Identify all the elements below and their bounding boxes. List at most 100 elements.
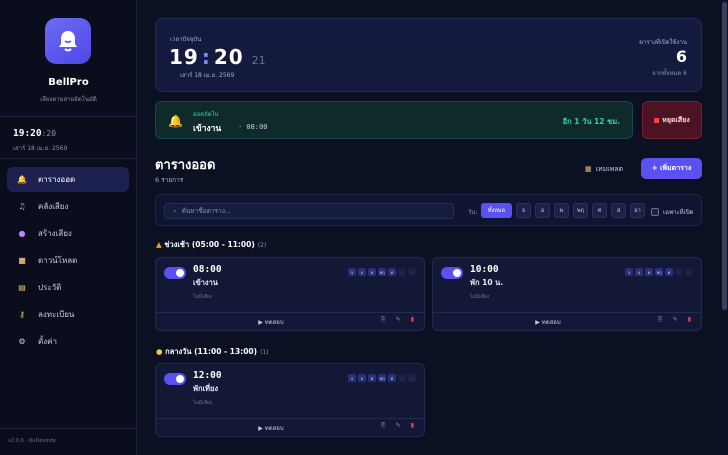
schedule-sound: ไม่มีเสียง xyxy=(193,400,213,406)
day-chip-sun[interactable]: อา xyxy=(630,203,645,218)
sidebar-divider xyxy=(0,116,136,117)
sidebar-item-label: ลงทะเบียน xyxy=(38,310,75,319)
sidebar-item-create-sound[interactable]: ● สร้างเสียง xyxy=(7,221,129,246)
only-enabled-toggle[interactable]: เฉพาะที่เปิด xyxy=(651,207,693,217)
sidebar-nav: 🔔 ตารางออด ♫ คลังเสียง ● สร้างเสียง ■ ดา… xyxy=(7,167,129,356)
clipboard-icon: ▦ xyxy=(585,165,592,173)
only-enabled-label: เฉพาะที่เปิด xyxy=(663,209,694,216)
test-button[interactable]: ▶ ทดสอบ xyxy=(156,423,386,433)
sidebar-item-label: ดาวน์โหลด xyxy=(38,256,78,265)
filter-bar: ⌕ ค้นหาชื่อตาราง... วัน: ทั้งหมด จ อ พ พ… xyxy=(155,194,702,226)
sidebar-item-register[interactable]: ⚷ ลงทะเบียน xyxy=(7,302,129,327)
sidebar-item-label: สร้างเสียง xyxy=(38,229,72,238)
current-second: 21 xyxy=(251,54,266,67)
stop-icon xyxy=(654,117,660,123)
day-chip-mon[interactable]: จ xyxy=(516,203,531,218)
schedule-days: จ อ พ พฤ ศ ส อา xyxy=(346,374,416,382)
only-enabled-checkbox[interactable] xyxy=(651,208,659,216)
delete-icon[interactable]: ▮ xyxy=(411,422,414,430)
schedule-toggle[interactable] xyxy=(164,373,186,385)
group-title: กลางวัน (11:00 - 13:00) xyxy=(165,347,258,356)
day-chip-all[interactable]: ทั้งหมด xyxy=(481,203,512,218)
card-divider xyxy=(156,312,424,313)
schedule-card: 08:00 เข้างาน ไม่มีเสียง จ อ พ พฤ ศ ส อา… xyxy=(155,257,425,331)
package-icon: ■ xyxy=(18,256,26,265)
group-title: ช่วงเช้า (05:00 - 11:00) xyxy=(164,240,255,249)
day-pill: พฤ xyxy=(378,374,386,382)
schedule-name: พัก 10 น. xyxy=(470,278,504,287)
copy-icon[interactable]: ⎘ xyxy=(658,316,663,324)
app-window: BellPro เสียงตามสายอัตโนมัติ 19:20:20 เส… xyxy=(0,0,728,455)
test-button[interactable]: ▶ ทดสอบ xyxy=(156,317,386,327)
app-name: BellPro xyxy=(48,77,89,88)
group-header-noon: ● กลางวัน (11:00 - 13:00) (1) xyxy=(156,346,269,358)
sun-icon: ● xyxy=(156,347,163,356)
stop-sound-button[interactable]: หยุดเสียง xyxy=(642,101,702,139)
day-chip-thu[interactable]: พฤ xyxy=(573,203,588,218)
search-placeholder: ค้นหาชื่อตาราง... xyxy=(181,207,232,215)
sidebar: BellPro เสียงตามสายอัตโนมัติ 19:20:20 เส… xyxy=(0,0,137,455)
day-chip-sat[interactable]: ส xyxy=(611,203,626,218)
next-bell-label: ออดถัดไป xyxy=(193,111,219,118)
schedule-toggle[interactable] xyxy=(441,267,463,279)
active-schedules-count: 6 xyxy=(675,47,687,66)
main-content: เวลาปัจจุบัน 19:20 21 เสาร์ 18 เม.ย. 256… xyxy=(137,0,721,455)
day-pill: พ xyxy=(368,268,376,276)
schedule-time: 12:00 xyxy=(193,370,222,381)
sidebar-clock-hm: 19:20 xyxy=(13,128,42,139)
bell-icon: 🔔 xyxy=(17,175,27,184)
test-button[interactable]: ▶ ทดสอบ xyxy=(433,317,663,327)
template-button[interactable]: ▦ เทมเพลต xyxy=(585,161,623,177)
card-actions: ⎘ ✎ ▮ xyxy=(371,316,414,324)
active-schedules-label: ตารางที่เปิดใช้งาน xyxy=(639,39,687,46)
schedule-sound: ไม่มีเสียง xyxy=(470,294,490,300)
gear-icon: ⚙ xyxy=(18,337,26,346)
schedule-count: 6 รายการ xyxy=(155,176,184,184)
copy-icon[interactable]: ⎘ xyxy=(381,316,386,324)
edit-icon[interactable]: ✎ xyxy=(396,422,401,430)
card-divider xyxy=(433,312,701,313)
group-header-morning: ▲ ช่วงเช้า (05:00 - 11:00) (2) xyxy=(156,239,266,251)
day-chip-fri[interactable]: ศ xyxy=(592,203,607,218)
sidebar-item-schedule[interactable]: 🔔 ตารางออด xyxy=(7,167,129,192)
time-colon: : xyxy=(201,45,211,69)
sidebar-item-settings[interactable]: ⚙ ตั้งค่า xyxy=(7,329,129,354)
app-logo xyxy=(45,18,91,64)
schedule-time: 10:00 xyxy=(470,264,499,275)
sidebar-date: เสาร์ 18 เม.ย. 2569 xyxy=(13,145,68,152)
group-count: (2) xyxy=(257,242,267,249)
sidebar-clock: 19:20:20 xyxy=(13,128,56,139)
current-date: เสาร์ 18 เม.ย. 2569 xyxy=(180,72,235,79)
schedule-toggle[interactable] xyxy=(164,267,186,279)
sidebar-item-history[interactable]: ▤ ประวัติ xyxy=(7,275,129,300)
sidebar-item-sound-library[interactable]: ♫ คลังเสียง xyxy=(7,194,129,219)
day-pill: พฤ xyxy=(655,268,663,276)
day-pill: ศ xyxy=(388,268,396,276)
next-bell-name: เข้างาน xyxy=(193,124,222,134)
day-chip-wed[interactable]: พ xyxy=(554,203,569,218)
schedule-sound: ไม่มีเสียง xyxy=(193,294,213,300)
scrollbar-thumb[interactable] xyxy=(722,2,727,310)
sidebar-item-download[interactable]: ■ ดาวน์โหลด xyxy=(7,248,129,273)
day-pill: อา xyxy=(408,268,416,276)
search-input[interactable]: ⌕ ค้นหาชื่อตาราง... xyxy=(164,203,454,219)
delete-icon[interactable]: ▮ xyxy=(411,316,414,324)
day-pill: จ xyxy=(625,268,633,276)
sidebar-divider xyxy=(0,158,136,159)
day-pill: อ xyxy=(358,374,366,382)
day-pill: พ xyxy=(645,268,653,276)
edit-icon[interactable]: ✎ xyxy=(673,316,678,324)
sunrise-icon: ▲ xyxy=(156,240,162,249)
sidebar-item-label: ตั้งค่า xyxy=(38,337,57,346)
day-pill: อ xyxy=(358,268,366,276)
day-pill: จ xyxy=(348,268,356,276)
copy-icon[interactable]: ⎘ xyxy=(381,422,386,430)
day-pill: ส xyxy=(398,374,406,382)
scroll-icon: ▤ xyxy=(18,283,26,292)
day-chip-tue[interactable]: อ xyxy=(535,203,550,218)
music-icon: ♫ xyxy=(18,202,26,211)
delete-icon[interactable]: ▮ xyxy=(688,316,691,324)
edit-icon[interactable]: ✎ xyxy=(396,316,401,324)
current-time-card: เวลาปัจจุบัน 19:20 21 เสาร์ 18 เม.ย. 256… xyxy=(155,18,702,92)
add-schedule-button[interactable]: + เพิ่มตาราง xyxy=(641,158,702,179)
